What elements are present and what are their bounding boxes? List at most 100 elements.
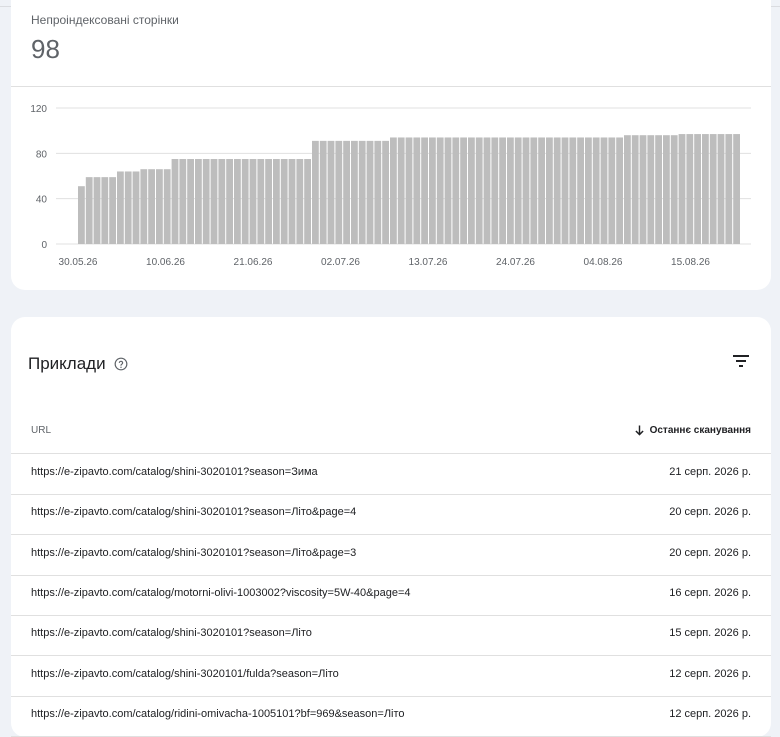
chart-bar[interactable] bbox=[179, 159, 187, 244]
chart-bar[interactable] bbox=[187, 159, 194, 244]
chart-bar[interactable] bbox=[702, 134, 709, 244]
chart-bar[interactable] bbox=[280, 159, 288, 244]
table-row[interactable]: https://e-zipavto.com/catalog/shini-3020… bbox=[11, 615, 771, 657]
chart-bar[interactable] bbox=[210, 159, 218, 244]
chart-bar[interactable] bbox=[444, 137, 452, 244]
chart-bar[interactable] bbox=[452, 137, 460, 244]
chart-bar[interactable] bbox=[234, 159, 241, 244]
chart-bar[interactable] bbox=[616, 137, 623, 244]
chart-bar[interactable] bbox=[319, 140, 327, 244]
chart-bar[interactable] bbox=[85, 177, 93, 244]
chart-bar[interactable] bbox=[413, 137, 421, 244]
chart-bar[interactable] bbox=[156, 169, 163, 244]
chart-bar[interactable] bbox=[608, 137, 616, 244]
chart-bar[interactable] bbox=[585, 137, 592, 244]
chart-bar[interactable] bbox=[694, 134, 701, 244]
table-row[interactable]: https://e-zipavto.com/catalog/shini-3020… bbox=[11, 454, 771, 495]
chart-bar[interactable] bbox=[78, 186, 85, 244]
row-last-crawl-date: 15 серп. 2026 р. bbox=[669, 627, 751, 640]
chart-bar[interactable] bbox=[514, 137, 522, 244]
chart-bar[interactable] bbox=[366, 140, 374, 244]
chart-bar[interactable] bbox=[109, 177, 116, 244]
chart-bar[interactable] bbox=[592, 137, 600, 244]
unindexed-pages-chart: 0 40 80 120 30.05.26 10.06.26 21.06.26 02.07.26… bbox=[30, 104, 751, 268]
chart-bar[interactable] bbox=[624, 135, 631, 244]
chart-bar[interactable] bbox=[195, 159, 202, 244]
table-row[interactable]: https://e-zipavto.com/catalog/shini-3020… bbox=[11, 535, 771, 576]
chart-bar[interactable] bbox=[390, 137, 397, 244]
filter-icon[interactable] bbox=[732, 353, 750, 369]
chart-bar[interactable] bbox=[124, 171, 132, 244]
chart-bar[interactable] bbox=[507, 137, 514, 244]
column-header-last-crawl[interactable]: Останнє сканування bbox=[634, 425, 751, 436]
chart-bar[interactable] bbox=[296, 159, 304, 244]
table-row[interactable]: https://e-zipavto.com/catalog/ridini-omi… bbox=[11, 696, 771, 737]
chart-bar[interactable] bbox=[241, 159, 249, 244]
table-row[interactable]: https://e-zipavto.com/catalog/motorni-ol… bbox=[11, 575, 771, 616]
chart-bar[interactable] bbox=[468, 137, 475, 244]
chart-bar[interactable] bbox=[546, 137, 553, 244]
chart-bar[interactable] bbox=[397, 137, 405, 244]
chart-bar[interactable] bbox=[226, 159, 233, 244]
chart-bar[interactable] bbox=[405, 137, 413, 244]
chart-bar[interactable] bbox=[436, 137, 444, 244]
chart-bar[interactable] bbox=[140, 169, 148, 244]
chart-bar[interactable] bbox=[725, 134, 733, 244]
chart-bar[interactable] bbox=[499, 137, 506, 244]
chart-bar[interactable] bbox=[312, 140, 319, 244]
chart-bar[interactable] bbox=[733, 134, 740, 244]
chart-bar[interactable] bbox=[374, 140, 382, 244]
chart-bar[interactable] bbox=[561, 137, 569, 244]
chart-bar[interactable] bbox=[686, 134, 694, 244]
chart-bar[interactable] bbox=[475, 137, 483, 244]
chart-bar[interactable] bbox=[631, 135, 639, 244]
chart-bar[interactable] bbox=[569, 137, 577, 244]
chart-bar[interactable] bbox=[218, 159, 226, 244]
chart-bar[interactable] bbox=[265, 159, 272, 244]
chart-bar[interactable] bbox=[491, 137, 499, 244]
table-row[interactable]: https://e-zipavto.com/catalog/shini-3020… bbox=[11, 656, 771, 697]
chart-bar[interactable] bbox=[351, 140, 358, 244]
chart-bar[interactable] bbox=[148, 169, 155, 244]
chart-bar[interactable] bbox=[600, 137, 608, 244]
chart-bar[interactable] bbox=[717, 134, 725, 244]
chart-bar[interactable] bbox=[483, 137, 491, 244]
chart-bar[interactable] bbox=[577, 137, 584, 244]
chart-bar[interactable] bbox=[530, 137, 538, 244]
chart-bar[interactable] bbox=[257, 159, 265, 244]
chart-bar[interactable] bbox=[382, 140, 389, 244]
chart-bar[interactable] bbox=[553, 137, 561, 244]
chart-bar[interactable] bbox=[273, 159, 280, 244]
chart-bar[interactable] bbox=[327, 140, 335, 244]
table-row[interactable]: https://e-zipavto.com/catalog/shini-3020… bbox=[11, 494, 771, 536]
chart-bar[interactable] bbox=[421, 137, 428, 244]
y-tick-label: 0 bbox=[41, 240, 47, 251]
chart-bar[interactable] bbox=[343, 140, 350, 244]
chart-bar[interactable] bbox=[709, 134, 717, 244]
chart-bar[interactable] bbox=[678, 134, 686, 244]
x-tick-label: 24.07.26 bbox=[496, 257, 535, 268]
chart-bar[interactable] bbox=[171, 159, 179, 244]
chart-bar[interactable] bbox=[429, 137, 436, 244]
chart-bar[interactable] bbox=[202, 159, 210, 244]
chart-bar[interactable] bbox=[522, 137, 530, 244]
chart-bar[interactable] bbox=[655, 135, 662, 244]
chart-bar[interactable] bbox=[101, 177, 109, 244]
chart-bar[interactable] bbox=[132, 171, 140, 244]
chart-bar[interactable] bbox=[249, 159, 257, 244]
chart-bar[interactable] bbox=[670, 135, 678, 244]
chart-bar[interactable] bbox=[163, 169, 171, 244]
chart-bar[interactable] bbox=[460, 137, 467, 244]
chart-bar[interactable] bbox=[93, 177, 101, 244]
chart-bar[interactable] bbox=[304, 159, 311, 244]
chart-bar[interactable] bbox=[117, 171, 124, 244]
chart-bar[interactable] bbox=[663, 135, 670, 244]
chart-bar[interactable] bbox=[335, 140, 343, 244]
chart-bar[interactable] bbox=[288, 159, 296, 244]
chart-bar[interactable] bbox=[639, 135, 647, 244]
chart-bar[interactable] bbox=[538, 137, 545, 244]
row-last-crawl-date: 16 серп. 2026 р. bbox=[669, 586, 751, 599]
chart-bar[interactable] bbox=[358, 140, 366, 244]
chart-bar[interactable] bbox=[647, 135, 655, 244]
help-circle-icon[interactable] bbox=[114, 357, 128, 371]
